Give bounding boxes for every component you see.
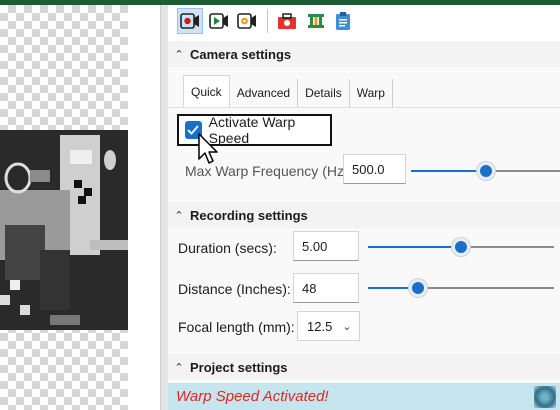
max-warp-input[interactable]: 500.0 xyxy=(343,154,406,184)
tripod-button[interactable] xyxy=(303,8,329,34)
duration-label: Duration (secs): xyxy=(178,240,277,256)
tripod-icon xyxy=(308,14,324,28)
tab-warp[interactable]: Warp xyxy=(350,79,393,107)
preview-gap xyxy=(128,5,160,410)
status-message: Warp Speed Activated! xyxy=(176,388,329,405)
chevron-up-icon: ⌃ xyxy=(174,209,184,222)
camera-tabs: Quick Advanced Details Warp xyxy=(183,75,393,107)
focal-length-value: 12.5 xyxy=(307,318,333,334)
max-warp-slider-thumb[interactable] xyxy=(476,162,495,180)
clipboard-button[interactable] xyxy=(330,8,356,34)
recording-settings-header[interactable]: ⌃ Recording settings xyxy=(168,202,560,228)
project-settings-title: Project settings xyxy=(190,359,288,375)
record-camera-button[interactable] xyxy=(177,8,203,34)
camera-photo xyxy=(0,130,128,330)
focal-length-label: Focal length (mm): xyxy=(178,319,295,335)
max-warp-slider-fill xyxy=(411,170,486,172)
max-warp-slider-track xyxy=(494,170,560,172)
camera-settings-header[interactable]: ⌃ Camera settings xyxy=(168,41,560,67)
chevron-up-icon: ⌃ xyxy=(174,361,184,374)
duration-slider-track xyxy=(470,246,554,248)
play-camera-icon xyxy=(209,13,228,29)
tab-details[interactable]: Details xyxy=(298,79,350,107)
duration-slider-thumb[interactable] xyxy=(452,238,470,256)
duration-input[interactable]: 5.00 xyxy=(293,231,359,261)
settings-camera-icon xyxy=(237,13,256,29)
activate-warp-label: Activate Warp Speed xyxy=(208,114,296,146)
project-settings-header[interactable]: ⌃ Project settings xyxy=(168,354,560,380)
splitter[interactable] xyxy=(160,5,168,410)
chevron-up-icon: ⌃ xyxy=(174,48,184,61)
status-bar: Warp Speed Activated! xyxy=(168,383,560,410)
distance-label: Distance (Inches): xyxy=(178,281,291,297)
recording-settings-title: Recording settings xyxy=(190,207,308,223)
toolbox-button[interactable] xyxy=(274,8,300,34)
camera-settings-title: Camera settings xyxy=(190,46,292,62)
settings-camera-button[interactable] xyxy=(234,8,260,34)
tab-advanced[interactable]: Advanced xyxy=(230,79,299,107)
status-image-icon xyxy=(534,386,556,408)
tab-underline xyxy=(168,107,560,108)
chevron-down-icon: ⌄ xyxy=(342,320,352,333)
mouse-cursor-icon xyxy=(197,132,221,169)
toolbar xyxy=(168,5,560,41)
focal-length-select[interactable]: 12.5 ⌄ xyxy=(297,311,360,341)
play-camera-button[interactable] xyxy=(206,8,232,34)
settings-panel: ⌃ Camera settings Quick Advanced Details… xyxy=(168,5,560,410)
toolbox-icon xyxy=(278,13,296,29)
clipboard-icon xyxy=(336,12,350,30)
tab-quick[interactable]: Quick xyxy=(183,75,230,107)
distance-input[interactable]: 48 xyxy=(293,273,359,303)
distance-slider-track xyxy=(427,287,554,289)
duration-slider-fill xyxy=(368,246,461,248)
record-camera-icon xyxy=(180,13,199,29)
image-preview xyxy=(0,5,128,410)
toolbar-separator xyxy=(267,9,268,33)
